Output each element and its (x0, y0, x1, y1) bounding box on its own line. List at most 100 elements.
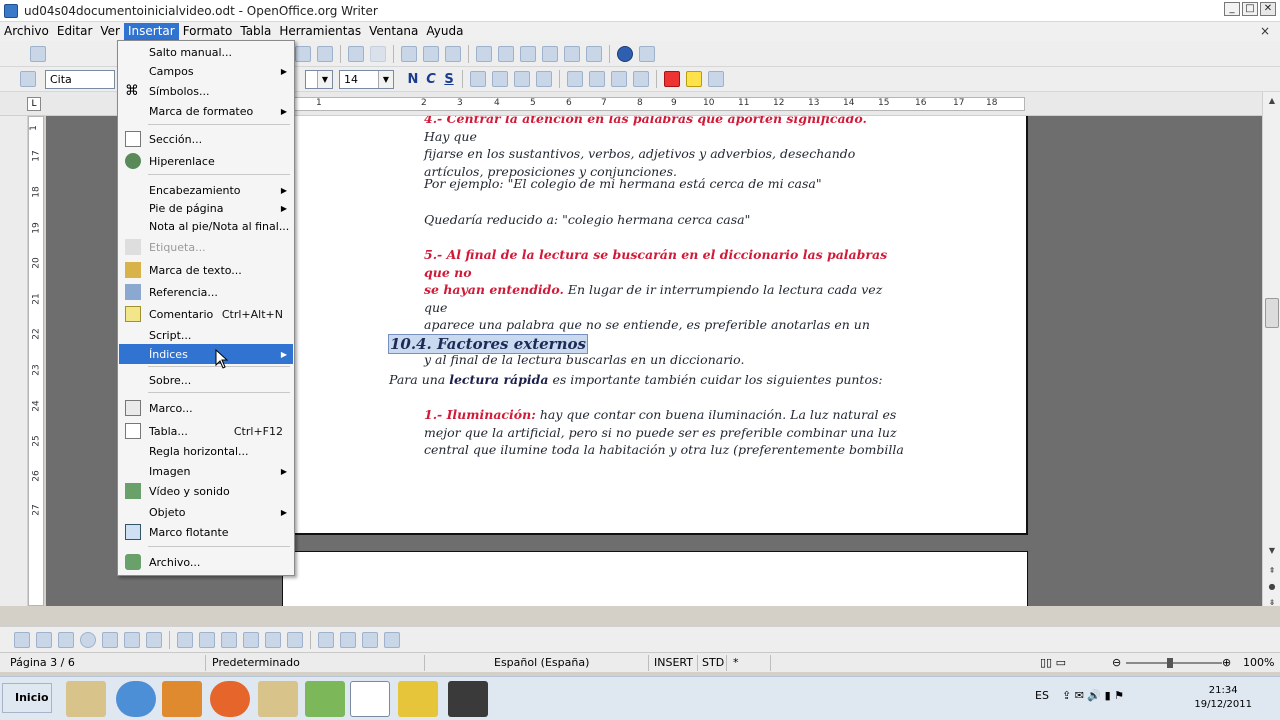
redo-icon[interactable] (370, 45, 386, 62)
menu-ventana[interactable]: Ventana (365, 23, 422, 40)
menu-item-regla-horizontal[interactable]: Regla horizontal... (119, 441, 293, 461)
menu-item-salto-manual[interactable]: Salto manual... (119, 42, 293, 62)
italic-button[interactable]: C (422, 72, 440, 87)
navigator-icon[interactable] (498, 45, 514, 62)
align-right-icon[interactable] (514, 71, 530, 87)
menu-item-sobre[interactable]: Sobre... (119, 370, 293, 390)
media-player-icon[interactable] (162, 681, 202, 717)
page-style[interactable]: Predeterminado (212, 656, 300, 670)
menu-ver[interactable]: Ver (96, 23, 124, 40)
menu-ayuda[interactable]: Ayuda (422, 23, 467, 40)
rectangle-icon[interactable] (58, 631, 74, 648)
align-center-icon[interactable] (492, 71, 508, 87)
vertical-ruler[interactable]: 1 17 18 19 20 21 22 23 24 25 26 27 (28, 116, 44, 606)
menu-item-encabezamiento[interactable]: Encabezamiento ▶ (119, 180, 293, 200)
minimize-button[interactable]: _ (1224, 2, 1240, 16)
section-heading-selected[interactable]: 10.4. Factores externos (388, 334, 588, 354)
paragraph-style-combo[interactable]: Cita (45, 69, 115, 89)
menu-archivo[interactable]: Archivo (0, 23, 53, 40)
menu-insertar[interactable]: Insertar (123, 23, 179, 40)
folder-icon[interactable] (258, 681, 298, 717)
callout-shapes-icon[interactable] (265, 631, 281, 648)
menu-item-indices[interactable]: Índices ▶ (119, 344, 293, 364)
numbering-icon[interactable] (567, 71, 583, 87)
menu-item-imagen[interactable]: Imagen ▶ (119, 461, 293, 481)
insert-mode[interactable]: INSERT (654, 656, 693, 670)
explorer-icon[interactable] (66, 681, 106, 717)
justify-icon[interactable] (536, 71, 552, 87)
menu-item-campos[interactable]: Campos ▶ (119, 61, 293, 81)
hyperlink-toolbar-icon[interactable] (401, 45, 417, 62)
background-color-icon[interactable] (708, 71, 724, 87)
menu-item-marca-texto[interactable]: Marca de texto... (119, 260, 293, 280)
chevron-down-icon[interactable]: ▼ (378, 70, 393, 88)
zoom-slider-handle[interactable] (1167, 658, 1173, 668)
next-page-icon[interactable]: ⇟ (1265, 596, 1279, 610)
zoom-out-icon[interactable]: ⊖ (1112, 656, 1121, 670)
fontwork-icon[interactable] (340, 631, 356, 648)
zoom-slider[interactable] (1126, 662, 1222, 664)
decrease-indent-icon[interactable] (611, 71, 627, 87)
tab-type-button[interactable]: L (27, 97, 41, 111)
previous-page-icon[interactable]: ⇞ (1265, 564, 1279, 578)
vertical-scrollbar[interactable]: ▲ ▼ ⇞ ● ⇟ (1262, 92, 1280, 607)
stars-icon[interactable] (287, 631, 303, 648)
font-name-combo[interactable]: ▼ (305, 69, 333, 89)
menu-item-objeto[interactable]: Objeto ▶ (119, 502, 293, 522)
language-indicator[interactable]: Español (España) (494, 656, 589, 670)
align-left-icon[interactable] (470, 71, 486, 87)
menu-item-hiperenlace[interactable]: Hiperenlace (119, 151, 293, 171)
input-language[interactable]: ES (1035, 689, 1049, 702)
menu-tabla[interactable]: Tabla (236, 23, 275, 40)
whats-this-icon[interactable] (639, 45, 655, 62)
underline-button[interactable]: S (440, 72, 458, 87)
nonprinting-characters-icon[interactable] (564, 45, 580, 62)
select-arrow-icon[interactable] (14, 631, 30, 648)
menu-item-comentario[interactable]: Comentario Ctrl+Alt+N (119, 304, 293, 324)
zoom-icon[interactable] (586, 45, 602, 62)
table-toolbar-icon[interactable] (423, 45, 439, 62)
line-icon[interactable] (36, 631, 52, 648)
close-button[interactable]: ✕ (1260, 2, 1276, 16)
menu-herramientas[interactable]: Herramientas (275, 23, 365, 40)
clock[interactable]: 21:34 19/12/2011 (1194, 684, 1252, 712)
internet-explorer-icon[interactable] (116, 681, 156, 717)
text-icon[interactable] (124, 631, 140, 648)
gallery-icon[interactable] (520, 45, 536, 62)
flowcharts-icon[interactable] (243, 631, 259, 648)
freeform-line-icon[interactable] (102, 631, 118, 648)
from-file-icon[interactable] (362, 631, 378, 648)
menu-item-marco[interactable]: Marco... (119, 398, 293, 418)
horizontal-ruler[interactable]: 1 2 3 4 5 6 7 8 9 10 11 12 13 14 15 16 1… (280, 97, 1025, 111)
view-layout-icons[interactable]: ▯▯ ▭ (1040, 656, 1066, 670)
highlighting-icon[interactable] (686, 71, 702, 87)
paste-icon[interactable] (295, 45, 311, 62)
menu-formato[interactable]: Formato (179, 23, 237, 40)
menu-item-pie-pagina[interactable]: Pie de página ▶ (119, 198, 293, 218)
format-paintbrush-icon[interactable] (317, 45, 333, 62)
capture-icon[interactable] (398, 681, 438, 717)
callouts-icon[interactable] (146, 631, 162, 648)
menu-item-referencia[interactable]: Referencia... (119, 282, 293, 302)
menu-item-script[interactable]: Script... (119, 325, 293, 345)
document-page[interactable]: 4.- Centrar la atención en las palabras … (282, 116, 1028, 535)
tray-icons[interactable]: ⇪ ✉ 🔊 ▮ ⚑ (1062, 689, 1124, 702)
menu-item-marco-flotante[interactable]: Marco flotante (119, 522, 293, 542)
firefox-icon[interactable] (210, 681, 250, 717)
menu-item-video-sonido[interactable]: Vídeo y sonido (119, 481, 293, 501)
chevron-down-icon[interactable]: ▼ (317, 70, 332, 88)
bold-button[interactable]: N (404, 72, 422, 87)
writer-task-icon[interactable] (350, 681, 390, 717)
ellipse-icon[interactable] (80, 631, 96, 648)
undo-icon[interactable] (348, 45, 364, 62)
camera-icon[interactable] (448, 681, 488, 717)
new-document-icon[interactable] (30, 45, 46, 62)
points-icon[interactable] (318, 631, 334, 648)
selection-mode[interactable]: STD (702, 656, 724, 670)
users-icon[interactable] (305, 681, 345, 717)
menu-item-archivo[interactable]: Archivo... (119, 552, 293, 572)
find-replace-icon[interactable] (476, 45, 492, 62)
help-icon[interactable] (617, 45, 633, 62)
scroll-up-icon[interactable]: ▲ (1265, 94, 1279, 108)
bullets-icon[interactable] (589, 71, 605, 87)
